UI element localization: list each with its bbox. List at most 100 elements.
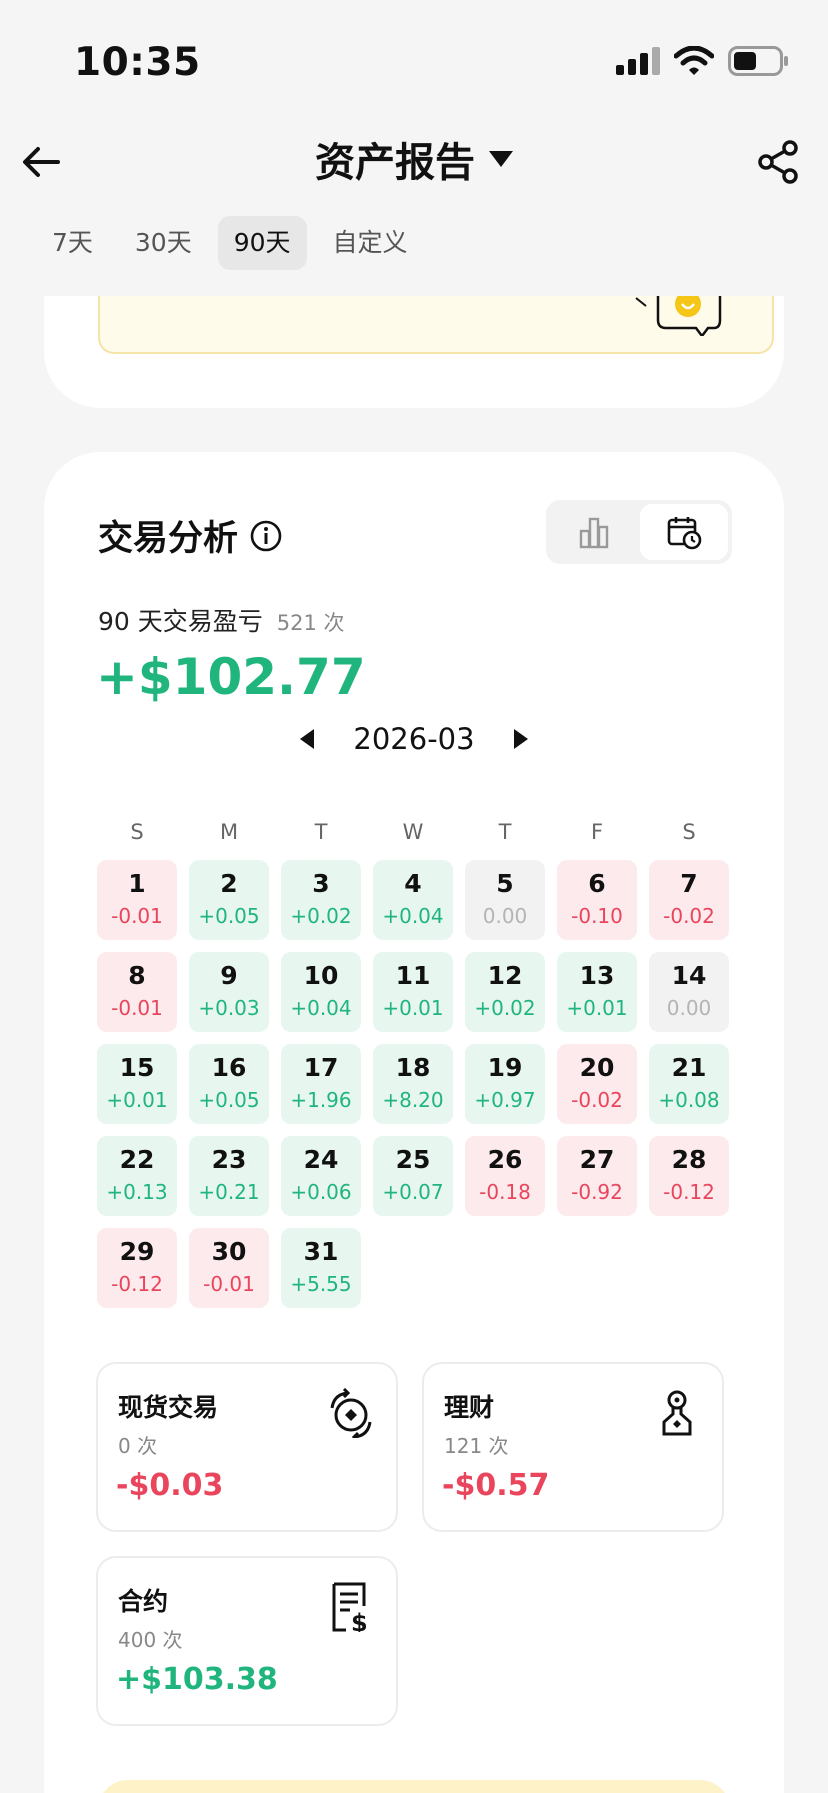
calendar-day-cell[interactable]: 31 +5.55 [281,1228,361,1308]
calendar-day-cell[interactable]: 19 +0.97 [465,1044,545,1124]
share-button[interactable] [754,138,802,186]
day-number: 1 [128,869,146,898]
cellular-signal-icon [616,47,660,75]
day-number: 2 [220,869,238,898]
calendar-day-cell[interactable]: 27 -0.92 [557,1136,637,1216]
report-selector[interactable]: 资产报告 [315,130,513,188]
day-number: 27 [579,1145,615,1174]
calendar-day-cell[interactable]: 16 +0.05 [189,1044,269,1124]
day-number: 21 [671,1053,707,1082]
calendar-day-cell[interactable]: 29 -0.12 [97,1228,177,1308]
day-number: 6 [588,869,606,898]
earn-tile[interactable]: 理财 121 次 -$0.57 [422,1362,724,1532]
calendar-day-cell[interactable]: 10 +0.04 [281,952,361,1032]
day-number: 19 [487,1053,523,1082]
tile-value: +$103.38 [116,1662,278,1697]
calendar-day-cell[interactable]: 1 -0.01 [97,860,177,940]
day-pnl: -0.01 [111,904,163,928]
weekday-label: F [590,820,604,844]
day-pnl: +0.05 [198,1088,260,1112]
triangle-right-icon [513,729,528,749]
day-pnl: +0.02 [290,904,352,928]
calendar-day-cell[interactable]: 7 -0.02 [649,860,729,940]
day-number: 3 [312,869,330,898]
pnl-label-text: 90 天交易盈亏 [98,607,263,636]
tile-name: 现货交易 [118,1393,219,1422]
day-pnl: -0.12 [111,1272,163,1296]
caret-down-icon [489,151,513,167]
tab-custom[interactable]: 自定义 [317,216,424,270]
calendar-day-cell[interactable]: 9 +0.03 [189,952,269,1032]
day-number: 20 [579,1053,615,1082]
spot-trading-tile[interactable]: 现货交易 0 次 -$0.03 [96,1362,398,1532]
tip-banner[interactable] [98,296,774,354]
calendar-day-cell[interactable]: 15 +0.01 [97,1044,177,1124]
day-number: 15 [119,1053,155,1082]
chat-illustration-icon [635,296,722,336]
day-number: 18 [395,1053,431,1082]
day-pnl: +0.08 [658,1088,720,1112]
status-time: 10:35 [74,40,201,85]
calendar-day-cell[interactable]: 3 +0.02 [281,860,361,940]
calendar-day-cell[interactable]: 11 +0.01 [373,952,453,1032]
calendar-view-button[interactable] [640,504,728,560]
tile-count: 400 次 [118,1628,183,1652]
overview-card [44,296,784,408]
day-number: 22 [119,1145,155,1174]
calendar-day-cell[interactable]: 13 +0.01 [557,952,637,1032]
day-pnl: +0.04 [382,904,444,928]
calendar-day-cell[interactable]: 23 +0.21 [189,1136,269,1216]
current-month: 2026-03 [353,722,475,756]
tab-30d[interactable]: 30天 [119,216,208,270]
weekday-label: T [498,820,512,844]
weekday-header: S M T W T F S [97,820,729,844]
calendar-day-cell[interactable]: 2 +0.05 [189,860,269,940]
period-tabs: 7天 30天 90天 自定义 [36,216,424,270]
wifi-icon [674,46,714,75]
day-number: 25 [395,1145,431,1174]
calendar-day-cell[interactable]: 20 -0.02 [557,1044,637,1124]
share-icon [758,140,798,184]
day-pnl: +0.01 [106,1088,168,1112]
trade-analysis-card: 交易分析 90 天交易盈亏 521 次 +$102.77 2026-03 S M… [44,452,784,1793]
calendar-day-cell[interactable]: 4 +0.04 [373,860,453,940]
pnl-value: +$102.77 [96,648,366,706]
calendar-day-cell[interactable]: 21 +0.08 [649,1044,729,1124]
calendar-day-cell[interactable]: 26 -0.18 [465,1136,545,1216]
tile-name: 合约 [118,1587,169,1616]
calendar-day-cell[interactable]: 28 -0.12 [649,1136,729,1216]
bar-chart-icon [579,517,609,549]
calendar-day-cell[interactable]: 18 +8.20 [373,1044,453,1124]
day-number: 4 [404,869,422,898]
calendar-day-cell[interactable]: 22 +0.13 [97,1136,177,1216]
day-number: 11 [395,961,431,990]
day-pnl: +0.21 [198,1180,260,1204]
prev-month-button[interactable] [295,727,319,751]
calendar-day-cell[interactable]: 25 +0.07 [373,1136,453,1216]
tile-count: 121 次 [444,1434,509,1458]
calendar-day-cell[interactable]: 12 +0.02 [465,952,545,1032]
tab-7d[interactable]: 7天 [36,216,109,270]
next-month-button[interactable] [509,727,533,751]
calendar-day-cell[interactable]: 24 +0.06 [281,1136,361,1216]
chart-view-button[interactable] [550,504,638,560]
day-number: 23 [211,1145,247,1174]
section-title-text: 交易分析 [98,519,239,559]
calendar-day-cell[interactable]: 5 0.00 [465,860,545,940]
calendar-day-cell[interactable]: 14 0.00 [649,952,729,1032]
info-icon[interactable] [250,520,282,552]
tile-value: -$0.57 [442,1468,550,1503]
calendar-day-cell[interactable]: 6 -0.10 [557,860,637,940]
next-section-banner [98,1780,730,1793]
pnl-calendar: 1 -0.01 2 +0.05 3 +0.02 4 +0.04 5 0.00 6 -0.10 7 -0.0… [97,860,729,1308]
calendar-day-cell[interactable]: 30 -0.01 [189,1228,269,1308]
weekday-label: W [402,820,424,844]
day-pnl: -0.01 [203,1272,255,1296]
calendar-day-cell[interactable]: 17 +1.96 [281,1044,361,1124]
day-pnl: +0.02 [474,996,536,1020]
day-pnl: -0.12 [663,1180,715,1204]
calendar-day-cell[interactable]: 8 -0.01 [97,952,177,1032]
futures-tile[interactable]: 合约 400 次 +$103.38 $ [96,1556,398,1726]
view-toggle [546,500,732,564]
tab-90d[interactable]: 90天 [217,216,307,270]
